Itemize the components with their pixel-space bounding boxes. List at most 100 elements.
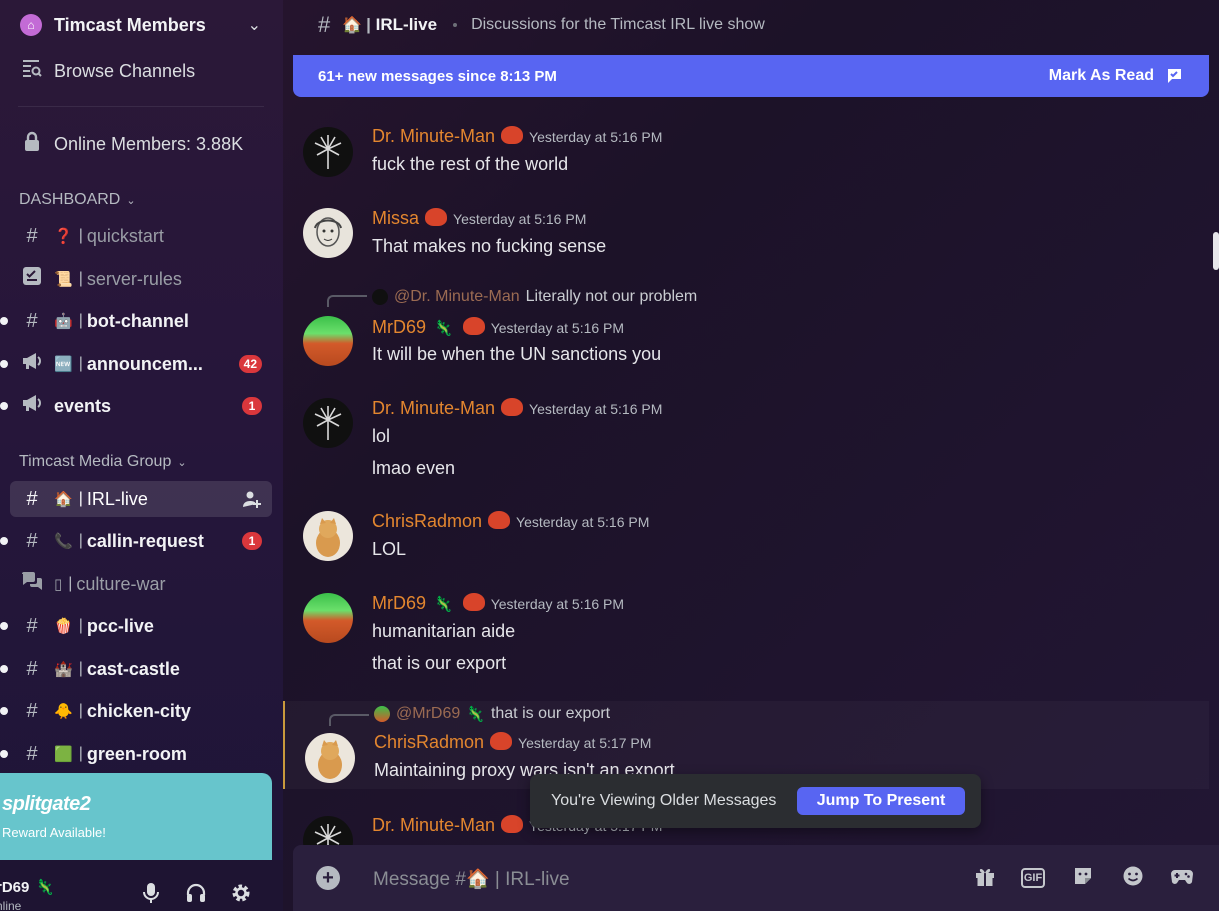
chick-emoji: 🐥 [54,703,73,720]
user-panel: rD69 🦎 nline [0,860,283,911]
channel-bot-channel[interactable]: # 🤖 | bot-channel [0,303,272,339]
avatar[interactable] [303,316,353,366]
green-square-emoji: 🟩 [54,746,73,763]
channel-label: bot-channel [86,310,189,331]
username-text: rD69 [0,879,30,896]
separator: | [78,227,83,244]
gamepad-icon[interactable] [1169,865,1195,891]
category-timcast-media-group[interactable]: Timcast Media Group ⌄ [19,453,187,471]
unread-indicator [0,317,8,325]
message-input[interactable]: Message #🏠 | IRL-live [373,867,570,891]
timestamp: Yesterday at 5:16 PM [453,211,587,227]
list-search-icon [20,57,44,85]
channel-irl-live[interactable]: # 🏠 | IRL-live [10,481,272,517]
message-author[interactable]: MrD69 🦎 Yesterday at 5:16 PM [372,317,624,338]
avatar[interactable] [303,511,353,561]
role-badge-icon [501,815,524,833]
chevron-down-icon[interactable]: ⌄ [248,15,261,35]
emoji-icon[interactable] [1120,865,1146,891]
promo-brand: splitgate2 [2,793,91,815]
server-header[interactable]: ⌂ Timcast Members ⌄ [0,0,283,50]
message[interactable]: ChrisRadmon Yesterday at 5:16 PM LOL [283,503,1209,573]
category-label: DASHBOARD [19,191,121,208]
channel-culture-war[interactable]: ▯ | culture-war [10,566,272,602]
separator: | [78,270,83,287]
reply-preview[interactable]: @MrD69 🦎 that is our export [374,705,610,723]
channel-label: events [54,395,112,416]
thread-hash-icon: # [26,699,38,722]
headphones-icon[interactable] [183,882,209,908]
new-messages-bar[interactable]: 61+ new messages since 8:13 PM Mark As R… [293,55,1209,97]
channel-green-room[interactable]: # 🟩 | green-room [0,736,272,772]
lock-icon [20,130,44,158]
channel-cast-castle[interactable]: # 🏰 | cast-castle [0,651,272,687]
message-composer[interactable]: + Message #🏠 | IRL-live GIF [293,845,1219,911]
channel-callin-request[interactable]: # 📞 | callin-request 1 [0,523,272,559]
add-member-icon[interactable] [242,489,262,509]
microphone-icon[interactable] [138,882,164,908]
channel-events[interactable]: events 1 [0,388,272,424]
category-label: Timcast Media Group [19,453,172,470]
timestamp: Yesterday at 5:16 PM [529,129,663,145]
reply-mention: @MrD69 [396,705,461,722]
online-members[interactable]: Online Members: 3.88K [10,126,272,162]
username[interactable]: rD69 🦎 [0,878,54,896]
channel-announcements[interactable]: 🆕 | announcem... 42 [0,346,272,382]
message-author[interactable]: ChrisRadmon Yesterday at 5:17 PM [374,732,651,753]
plus-icon[interactable]: + [316,866,340,890]
message[interactable]: MrD69 🦎 Yesterday at 5:16 PM humanitarian … [283,585,1209,685]
message-author[interactable]: ChrisRadmon Yesterday at 5:16 PM [372,511,649,532]
sticker-icon[interactable] [1070,865,1096,891]
message-author[interactable]: MrD69 🦎 Yesterday at 5:16 PM [372,593,624,614]
category-dashboard[interactable]: DASHBOARD ⌄ [19,191,136,209]
message[interactable]: Dr. Minute-Man Yesterday at 5:16 PM lol l… [283,390,1209,490]
reply-text: Literally not our problem [525,288,698,305]
gift-icon[interactable] [972,865,998,891]
channel-quickstart[interactable]: # ❓ | quickstart [10,218,272,254]
avatar[interactable] [303,593,353,643]
message[interactable]: Missa Yesterday at 5:16 PM That makes no … [283,200,1209,270]
lizard-emoji: 🦎 [434,596,453,613]
mark-read-icon[interactable] [1164,66,1184,86]
channel-label: cast-castle [86,658,180,679]
scrollbar-thumb[interactable] [1213,232,1219,270]
avatar[interactable] [303,127,353,177]
gif-icon[interactable]: GIF [1021,868,1045,888]
avatar[interactable] [303,816,353,845]
house-emoji: 🏠 [465,869,490,890]
castle-emoji: 🏰 [54,661,73,678]
phone-emoji: 📞 [54,533,73,550]
unread-indicator [0,402,8,410]
author-name: ChrisRadmon [374,732,485,752]
message-content: LOL [372,539,407,559]
message-author[interactable]: Missa Yesterday at 5:16 PM [372,208,586,229]
reply-mention: @Dr. Minute-Man [394,288,520,305]
channel-pcc-live[interactable]: # 🍿 | pcc-live [0,608,272,644]
jump-to-present-button[interactable]: Jump To Present [797,787,965,815]
reply-preview[interactable]: @Dr. Minute-Man Literally not our proble… [372,288,697,306]
mini-avatar [372,289,388,305]
role-badge-icon [462,593,485,611]
reply-connector [327,295,367,307]
chevron-down-icon: ⌄ [126,194,136,207]
mark-as-read-button[interactable]: Mark As Read [1049,67,1154,85]
separator: | [78,745,83,762]
promo-banner[interactable]: splitgate2 Reward Available! [0,773,272,860]
channel-chicken-city[interactable]: # 🐥 | chicken-city [0,693,272,729]
message-author[interactable]: Dr. Minute-Man Yesterday at 5:16 PM [372,126,662,147]
author-name: Dr. Minute-Man [372,815,496,835]
browse-channels[interactable]: Browse Channels [10,53,272,89]
avatar[interactable] [305,733,355,783]
gear-icon[interactable] [228,882,254,908]
message[interactable]: Dr. Minute-Man Yesterday at 5:16 PM fuck … [283,118,1209,188]
channel-topic[interactable]: Discussions for the Timcast IRL live sho… [471,16,765,34]
role-badge-icon [501,126,524,144]
avatar[interactable] [303,208,353,258]
message-author[interactable]: Dr. Minute-Man Yesterday at 5:16 PM [372,398,662,419]
message[interactable]: @Dr. Minute-Man Literally not our proble… [283,282,1209,382]
author-name: Missa [372,208,420,228]
timestamp: Yesterday at 5:17 PM [518,735,652,751]
channel-server-rules[interactable]: 📜 | server-rules [10,261,272,297]
avatar[interactable] [303,398,353,448]
channel-label: green-room [86,743,187,764]
